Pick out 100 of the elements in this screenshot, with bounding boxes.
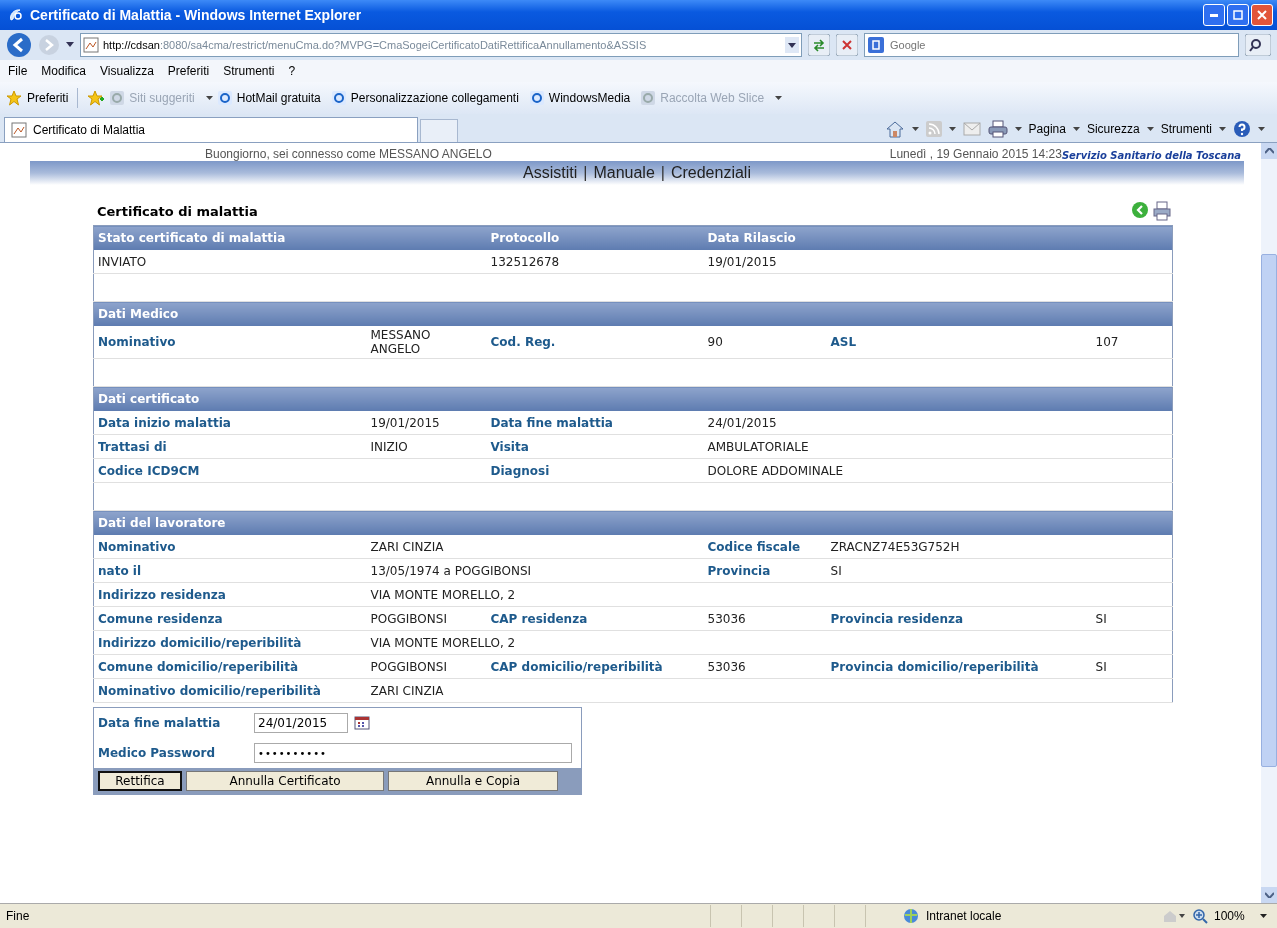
field-label: CAP residenza	[490, 611, 588, 626]
caret-icon[interactable]	[1258, 127, 1265, 131]
field-value: SI	[1095, 611, 1107, 626]
field-label: Visita	[490, 439, 529, 454]
field-value: MESSANO ANGELO	[370, 328, 431, 356]
stop-icon[interactable]	[836, 34, 858, 56]
field-label: Nominativo domicilio/reperibilità	[98, 683, 321, 698]
menu-item[interactable]: Visualizza	[100, 64, 154, 78]
field-value: VIA MONTE MORELLO, 2	[370, 635, 516, 650]
printer-icon[interactable]	[987, 120, 1008, 138]
greeting-text: Buongiorno, sei connesso come MESSANO ANGELO	[205, 147, 492, 161]
address-field[interactable]: http://cdsan:8080/sa4cma/restrict/menuCma.do?MVPG=CmaSogeiCertificatoDatiRettificaAnnullamento&ASSIS	[80, 33, 802, 57]
section-header: Stato certificato di malattia	[93, 225, 487, 250]
field-label: Provincia	[707, 563, 771, 578]
nav-link[interactable]: Assistiti	[523, 164, 578, 182]
help-icon[interactable]	[1233, 120, 1251, 138]
field-label: Codice fiscale	[707, 539, 801, 554]
field-value: INVIATO	[98, 254, 147, 269]
page-title: Certificato di malattia	[97, 203, 258, 219]
scroll-up-button[interactable]	[1261, 143, 1277, 159]
scrollbar-thumb[interactable]	[1261, 254, 1277, 767]
field-value: 19/01/2015	[707, 254, 777, 269]
protected-mode-icon[interactable]	[1162, 909, 1186, 923]
field-label: Comune residenza	[98, 611, 223, 626]
field-value: INIZIO	[370, 439, 408, 454]
field-label: Cod. Reg.	[490, 335, 556, 349]
caret-icon[interactable]	[948, 127, 956, 131]
caret-icon[interactable]	[911, 127, 919, 131]
favorites-link[interactable]: WindowsMedia	[548, 91, 631, 105]
web-page-icon[interactable]	[529, 91, 544, 105]
field-label: Provincia domicilio/reperibilità	[830, 659, 1039, 674]
field-label: ASL	[830, 335, 857, 349]
field-label: Diagnosi	[490, 463, 550, 478]
field-label: CAP domicilio/reperibilità	[490, 659, 663, 674]
minimize-icon	[1210, 13, 1218, 17]
caret-icon[interactable]	[1072, 127, 1080, 131]
form-button[interactable]: Annulla e Copia	[388, 771, 558, 791]
page-icon	[11, 122, 27, 138]
scroll-down-button[interactable]	[1261, 887, 1277, 903]
field-label: Data fine malattia	[490, 415, 613, 430]
menu-item[interactable]: Strumenti	[223, 64, 275, 78]
status-text: Fine	[6, 909, 31, 923]
brand-text: Servizio Sanitario della Toscana	[1061, 150, 1241, 161]
field-value: AMBULATORIALE	[707, 439, 809, 454]
command-menu[interactable]: Pagina	[1028, 122, 1066, 136]
field-value: 13/05/1974 a POGGIBONSI	[370, 563, 532, 578]
field-label: nato il	[98, 563, 142, 578]
menu-item[interactable]: Modifica	[41, 64, 87, 78]
add-favorite-icon[interactable]	[87, 90, 106, 106]
menu-item[interactable]: Preferiti	[167, 64, 210, 78]
favorites-link[interactable]: Personalizzazione collegamenti	[350, 91, 519, 105]
password-field[interactable]: ••••••••••	[254, 743, 572, 763]
minimize-button[interactable]	[1203, 4, 1225, 26]
nav-link[interactable]: Credenziali	[670, 164, 751, 182]
nav-separator: |	[583, 164, 588, 182]
caret-icon[interactable]	[1146, 127, 1154, 131]
zoom-icon[interactable]	[1192, 908, 1208, 924]
menu-item[interactable]: ?	[288, 64, 296, 78]
web-page-icon[interactable]	[217, 91, 232, 105]
nav-link[interactable]: Manuale	[593, 164, 655, 182]
security-zone: Intranet locale	[926, 909, 1003, 923]
home-icon[interactable]	[884, 120, 905, 138]
form-button[interactable]: Rettifica	[98, 771, 182, 791]
menu-item[interactable]: File	[8, 64, 28, 78]
date-field[interactable]: 24/01/2015	[254, 713, 348, 733]
printer-icon[interactable]	[1153, 201, 1171, 221]
refresh-icon[interactable]	[808, 34, 830, 56]
field-value: ZARI CINZIA	[370, 683, 444, 698]
browser-tab[interactable]: Certificato di Malattia	[4, 117, 418, 142]
nav-separator: |	[660, 164, 665, 182]
favorites-button[interactable]: Preferiti	[27, 91, 69, 105]
calendar-icon[interactable]	[354, 716, 370, 730]
command-menu[interactable]: Sicurezza	[1086, 122, 1140, 136]
field-label: Medico Password	[98, 746, 216, 760]
field-value: ZRACNZ74E53G752H	[830, 539, 960, 554]
field-label: Codice ICD9CM	[98, 463, 200, 478]
search-provider-icon	[868, 37, 884, 53]
field-label: Data fine malattia	[98, 716, 222, 730]
field-label: Indirizzo residenza	[98, 587, 226, 602]
field-value: 107	[1095, 335, 1119, 349]
zoom-button[interactable]: 100%	[1214, 909, 1254, 923]
field-value: ZARI CINZIA	[370, 539, 444, 554]
star-icon[interactable]	[6, 90, 22, 106]
caret-icon[interactable]	[1014, 127, 1022, 131]
web-page-icon[interactable]	[331, 91, 346, 105]
command-menu[interactable]: Strumenti	[1160, 122, 1212, 136]
field-value: 90	[707, 335, 723, 349]
caret-icon[interactable]	[1260, 914, 1267, 918]
browser-logo-icon	[8, 7, 24, 23]
back-button[interactable]	[6, 32, 32, 58]
maximize-button[interactable]	[1227, 4, 1249, 26]
search-icon[interactable]	[1245, 34, 1271, 56]
form-button[interactable]: Annulla Certificato	[186, 771, 384, 791]
favorites-link[interactable]: HotMail gratuita	[236, 91, 321, 105]
caret-icon[interactable]	[1219, 127, 1226, 131]
dropdown-arrow-icon[interactable]	[66, 42, 74, 48]
field-label: Nominativo	[98, 335, 176, 349]
close-button[interactable]	[1251, 4, 1273, 26]
field-value: SI	[830, 563, 842, 578]
search-field[interactable]: Google	[864, 33, 1239, 57]
